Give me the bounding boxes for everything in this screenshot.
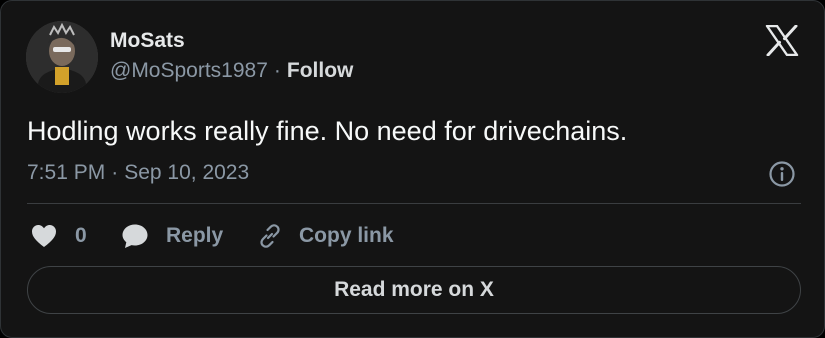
reply-button[interactable]: Reply [121,221,223,251]
copy-link-label: Copy link [299,224,394,247]
meta-separator: · [273,59,281,82]
timestamp-separator: · [111,161,119,184]
copy-link-button[interactable]: Copy link [257,221,394,251]
tweet-text: Hodling works really fine. No need for d… [27,116,628,146]
read-more-label: Read more on X [334,278,494,301]
tweet-date: Sep 10, 2023 [124,161,250,184]
info-icon[interactable] [768,160,796,188]
reply-label: Reply [166,224,224,247]
follow-button[interactable]: Follow [287,59,354,82]
author-handle[interactable]: @MoSports1987 [110,59,268,82]
tweet-time: 7:51 PM [27,161,106,184]
like-count: 0 [75,224,87,247]
tweet-card: MoSats @MoSports1987 · Follow Hodling work… [0,0,825,338]
link-icon [257,223,283,249]
read-more-button[interactable]: Read more on X [27,266,801,314]
avatar[interactable] [26,21,98,93]
x-logo-icon[interactable] [765,24,799,57]
like-button[interactable]: 0 [31,221,87,251]
speech-bubble-icon [121,223,149,249]
heart-icon [31,224,57,248]
tweet-timestamp[interactable]: 7:51 PM · Sep 10, 2023 [27,161,249,185]
divider [27,203,801,204]
author-name[interactable]: MoSats [110,29,185,53]
author-meta: @MoSports1987 · Follow [110,59,353,83]
